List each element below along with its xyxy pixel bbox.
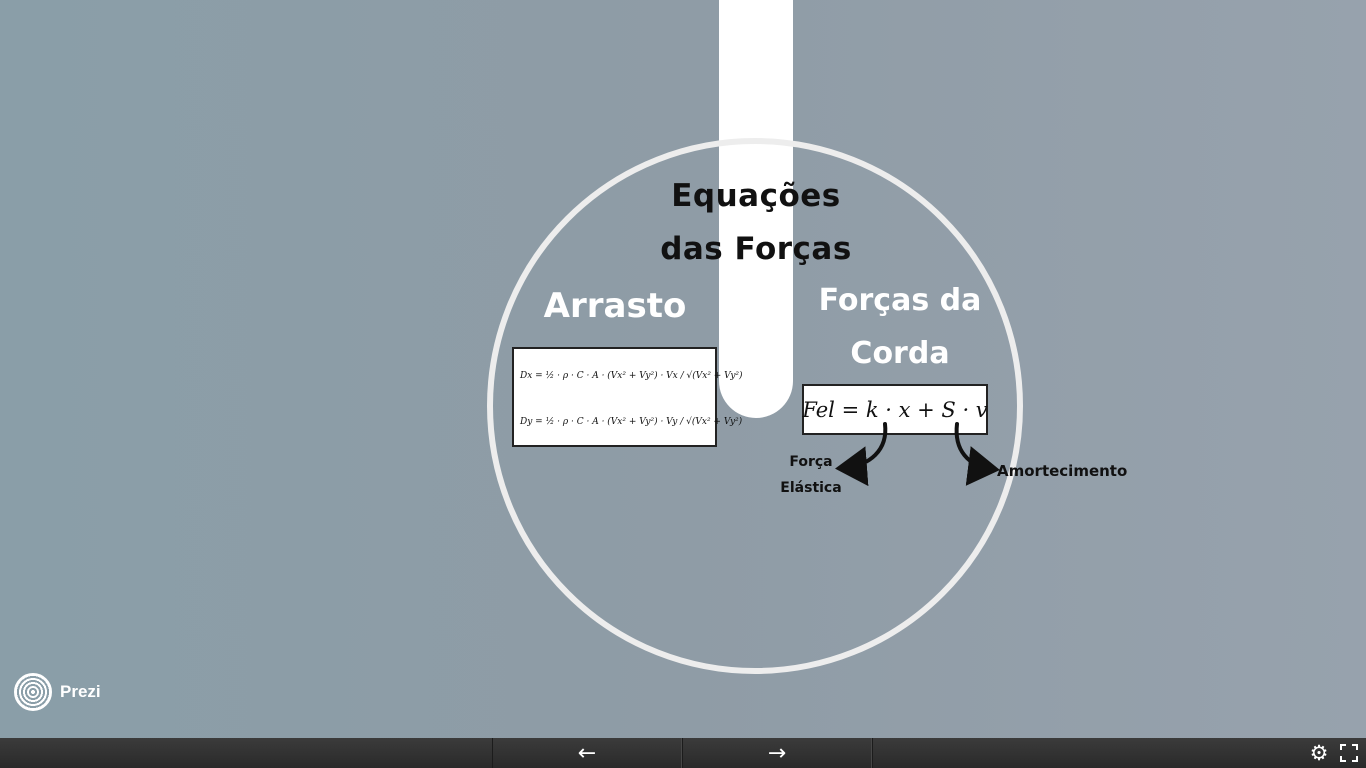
gear-icon: ⚙ — [1309, 741, 1329, 765]
fullscreen-button[interactable] — [1338, 742, 1360, 764]
previous-button[interactable]: ← — [492, 738, 682, 768]
rope-heading-line2: Corda — [850, 336, 950, 371]
rope-force-equation: Fel = k · x + S · v — [802, 384, 988, 435]
slide-title: Equações das Forças — [640, 170, 872, 276]
arrow-right-icon: → — [767, 740, 787, 766]
drag-equations-image: Dx = ½ · ρ · C · A · (Vx² + Vy²) · Vx / … — [512, 347, 743, 447]
drag-heading: Arrasto — [543, 286, 687, 326]
fullscreen-icon — [1340, 744, 1358, 762]
slide-title-line1: Equações — [671, 178, 841, 214]
slide-title-line2: das Forças — [660, 231, 852, 267]
rope-forces-heading: Forças da Corda — [800, 274, 1000, 380]
elastic-label-line1: Força — [789, 454, 833, 470]
settings-button[interactable]: ⚙ — [1308, 741, 1330, 765]
elastic-force-label: Força Elástica — [776, 449, 846, 501]
prezi-canvas[interactable]: Equações das Forças Arrasto Forças da Co… — [0, 0, 1366, 738]
drag-equation-y: Dy = ½ · ρ · C · A · (Vx² + Vy²) · Vy / … — [520, 417, 743, 427]
drag-equation-x: Dx = ½ · ρ · C · A · (Vx² + Vy²) · Vx / … — [520, 371, 743, 381]
prezi-logo-text: Prezi — [60, 682, 101, 701]
toolbar-divider — [872, 738, 873, 768]
next-button[interactable]: → — [682, 738, 872, 768]
bottom-toolbar: ← → ⚙ — [0, 738, 1366, 768]
prezi-logo-icon — [14, 673, 52, 711]
rope-heading-line1: Forças da — [818, 283, 982, 318]
arrow-left-icon: ← — [577, 740, 597, 766]
prezi-logo[interactable]: Prezi — [14, 671, 101, 713]
elastic-label-line2: Elástica — [780, 480, 842, 496]
damping-label: Amortecimento — [997, 462, 1128, 480]
